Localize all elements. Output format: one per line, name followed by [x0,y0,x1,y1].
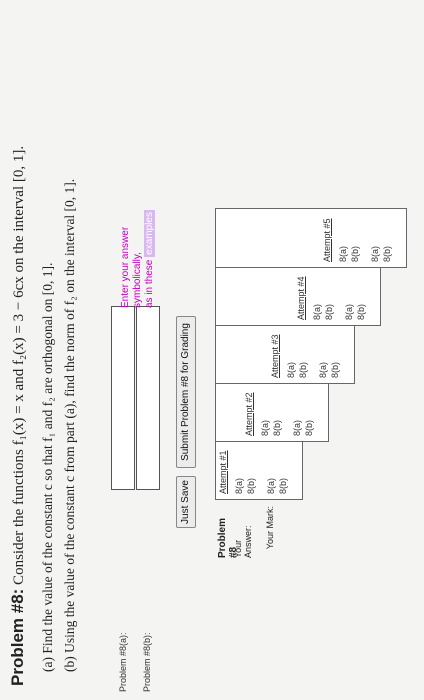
attempt-cell: 8(a) [260,419,270,436]
attempt-cell: 8(b) [356,303,366,320]
attempt-4-column: Attempt #4 8(a) 8(b) 8(a) 8(b) [215,266,381,326]
attempts-row-labels: Problem #8 Your Answer: Your Mark: [215,502,301,558]
problem-statement: Consider the functions f₁(x) = x and f₂(… [11,145,27,585]
attempt-cell: 8(b) [330,361,340,378]
answer-b-input[interactable] [136,306,160,490]
attempt-cell: 8(a) [338,245,348,262]
answer-a-input[interactable] [111,306,135,490]
your-mark-label: Your Mark: [265,506,275,550]
attempt-1-column: Attempt #1 8(a) 8(b) 8(a) 8(b) [215,440,303,500]
attempt-cell: 8(a) [286,361,296,378]
attempt-cell: 8(a) [318,361,328,378]
attempt-header: Attempt #2 [244,392,254,436]
answer-a-label: Problem #8(a): [118,632,128,692]
just-save-button[interactable]: Just Save [176,476,196,528]
attempt-cell: 8(b) [382,245,392,262]
attempt-5-column: Attempt #5 8(a) 8(b) 8(a) 8(b) [215,208,407,268]
attempt-3-column: Attempt #3 8(a) 8(b) 8(a) 8(b) [215,324,355,384]
attempt-cell: 8(a) [312,303,322,320]
hint-line-2: as in these [144,259,155,308]
part-a-text: (a) Find the value of the constant c so … [40,262,55,672]
attempt-cell: 8(b) [298,361,308,378]
problem-heading: Problem #8: [8,588,27,686]
attempt-cell: 8(b) [324,303,334,320]
attempt-cell: 8(b) [304,419,314,436]
part-b-text: (b) Using the value of the constant c fr… [62,178,77,672]
attempt-header: Attempt #4 [296,276,306,320]
attempt-cell: 8(b) [350,245,360,262]
problem-title: Problem #8: Consider the functions f₁(x)… [8,146,28,686]
submit-button[interactable]: Submit Problem #8 for Grading [176,316,196,468]
examples-link[interactable]: examples [144,210,155,257]
attempt-header: Attempt #5 [322,218,332,262]
attempt-cell: 8(b) [246,477,256,494]
attempt-header: Attempt #3 [270,334,280,378]
hint-line-1: Enter your answer symbolically, [120,226,143,308]
attempt-cell: 8(a) [266,477,276,494]
attempt-cell: 8(a) [344,303,354,320]
answer-hint: Enter your answer symbolically, as in th… [120,178,156,308]
attempt-2-column: Attempt #2 8(a) 8(b) 8(a) 8(b) [215,382,329,442]
answer-b-label: Problem #8(b): [142,632,152,692]
attempt-cell: 8(a) [370,245,380,262]
attempt-cell: 8(b) [278,477,288,494]
attempt-cell: 8(a) [234,477,244,494]
attempt-cell: 8(b) [272,419,282,436]
attempt-header: Attempt #1 [218,450,228,494]
problem-page: Problem #8: Consider the functions f₁(x)… [0,0,424,700]
attempt-cell: 8(a) [292,419,302,436]
your-answer-label: Your Answer: [233,525,253,558]
